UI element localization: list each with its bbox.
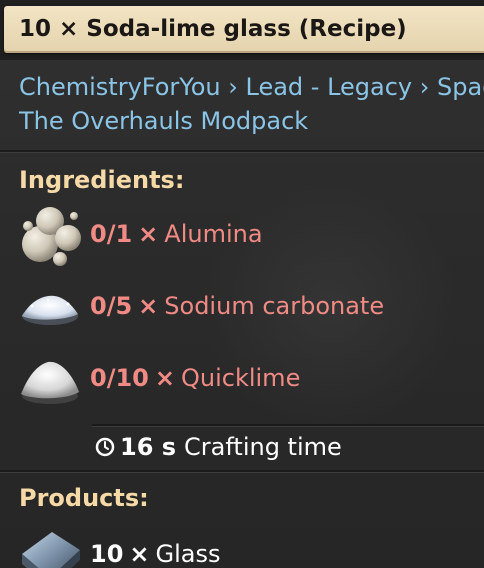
ingredient-text: 0/5 × Sodium carbonate — [90, 292, 384, 320]
product-row[interactable]: 10 × Glass — [18, 524, 484, 568]
times-sign: × — [129, 540, 150, 568]
recipe-title: 10 × Soda-lime glass (Recipe) — [19, 16, 407, 42]
crafting-divider — [92, 424, 484, 427]
ingredient-name: Alumina — [164, 220, 263, 248]
ingredient-row[interactable]: 0/10 × Quicklime — [18, 348, 484, 412]
ingredient-text: 0/1 × Alumina — [90, 220, 263, 248]
clock-icon — [95, 437, 115, 457]
divider — [0, 470, 484, 473]
ingredient-text: 0/10 × Quicklime — [90, 364, 300, 392]
products-heading: Products: — [19, 484, 149, 512]
times-sign: × — [138, 292, 159, 320]
ingredients-heading: Ingredients: — [19, 166, 185, 194]
ingredient-name: Quicklime — [180, 364, 301, 392]
crafting-time-label: Crafting time — [184, 433, 342, 461]
ingredient-row[interactable]: 0/1 × Alumina — [18, 204, 484, 268]
mod-source-line: The Overhauls Modpack — [19, 107, 309, 135]
title-bar: 10 × Soda-lime glass (Recipe) — [0, 0, 484, 60]
ingredient-row[interactable]: 0/5 × Sodium carbonate — [18, 276, 484, 340]
divider — [0, 150, 484, 153]
mod-source-list: ChemistryForYou › Lead - Legacy › Space … — [19, 70, 484, 138]
title-plate: 10 × Soda-lime glass (Recipe) — [4, 6, 484, 53]
crafting-time: 16 s Crafting time — [95, 433, 342, 461]
ingredient-count: 0/5 — [90, 292, 133, 320]
times-sign: × — [138, 220, 159, 248]
product-count: 10 — [90, 540, 124, 568]
mod-source-line: ChemistryForYou › Lead - Legacy › Space — [19, 73, 484, 101]
ingredient-name: Sodium carbonate — [164, 292, 385, 320]
glass-icon — [22, 532, 80, 568]
ingredient-count: 0/1 — [90, 220, 133, 248]
crafting-time-value: 16 s — [120, 433, 177, 461]
product-text: 10 × Glass — [90, 540, 221, 568]
ingredient-count: 0/10 — [90, 364, 149, 392]
recipe-tooltip: 10 × Soda-lime glass (Recipe) ChemistryF… — [0, 0, 484, 568]
alumina-icon — [22, 207, 81, 266]
quicklime-icon — [21, 361, 79, 404]
product-name: Glass — [155, 540, 221, 568]
sodium-carbonate-icon — [22, 295, 78, 325]
times-sign: × — [154, 364, 175, 392]
